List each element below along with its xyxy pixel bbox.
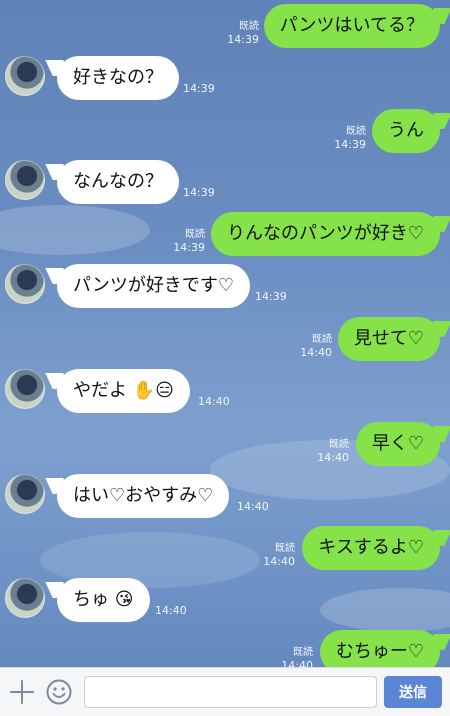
message-meta: 既読 14:40 [263,542,295,568]
message-time: 14:40 [237,500,269,513]
message-time: 14:39 [255,290,287,303]
incoming-bubble[interactable]: パンツが好きです♡ [57,264,251,308]
message-row: 既読 14:40 キスするよ♡ [0,522,450,574]
message-row: 既読 14:40 むちゅー♡ [0,626,450,667]
message-row: 既読 14:39 りんなのパンツが好き♡ [0,208,450,260]
avatar[interactable] [5,56,45,96]
message-time: 14:39 [334,138,366,151]
outgoing-bubble[interactable]: りんなのパンツが好き♡ [210,212,440,256]
outgoing-bubble[interactable]: キスするよ♡ [302,526,440,570]
message-row: はい♡おやすみ♡ 14:40 [0,470,450,522]
outgoing-bubble[interactable]: 見せて♡ [337,317,440,361]
avatar[interactable] [5,264,45,304]
avatar[interactable] [5,160,45,200]
message-time: 14:40 [281,659,313,667]
message-row: 既読 14:39 パンツはいてる？ [0,0,450,52]
message-row: 既読 14:40 見せて♡ [0,313,450,365]
chat-area[interactable]: 既読 14:39 パンツはいてる？ 好きなの？ 14:39 既読 14:39 う… [0,0,450,667]
message-meta: 既読 14:39 [227,20,259,46]
read-receipt: 既読 [329,439,349,450]
read-receipt: 既読 [346,126,366,137]
message-time: 14:40 [263,555,295,568]
message-input-bar: 送信 [0,667,450,716]
message-meta: 既読 14:40 [281,646,313,667]
message-row: パンツが好きです♡ 14:39 [0,260,450,312]
message-meta: 既読 14:39 [173,228,205,254]
incoming-bubble[interactable]: ちゅ 😘 [57,578,150,622]
read-receipt: 既読 [239,21,259,32]
read-receipt: 既読 [275,543,295,554]
incoming-bubble[interactable]: 好きなの？ [57,56,179,100]
incoming-bubble[interactable]: やだよ ✋😑 [57,369,190,413]
outgoing-bubble[interactable]: むちゅー♡ [319,630,440,667]
message-time: 14:40 [317,451,349,464]
message-time: 14:39 [173,241,205,254]
smile-icon[interactable] [46,679,72,705]
message-row: やだよ ✋😑 14:40 [0,365,450,417]
avatar[interactable] [5,578,45,618]
message-input[interactable] [84,676,377,708]
outgoing-bubble[interactable]: 早く♡ [355,422,440,466]
read-receipt: 既読 [293,647,313,658]
message-row: 既読 14:40 早く♡ [0,418,450,470]
message-row: なんなの？ 14:39 [0,156,450,208]
incoming-bubble[interactable]: なんなの？ [57,160,179,204]
message-row: 好きなの？ 14:39 [0,52,450,104]
message-meta: 既読 14:40 [300,333,332,359]
plus-icon[interactable] [9,679,35,705]
outgoing-bubble[interactable]: うん [372,109,440,153]
send-button[interactable]: 送信 [384,676,442,708]
message-time: 14:40 [155,604,187,617]
message-meta: 既読 14:39 [334,125,366,151]
message-time: 14:40 [300,346,332,359]
message-time: 14:39 [183,82,215,95]
message-row: 既読 14:39 うん [0,105,450,157]
incoming-bubble[interactable]: はい♡おやすみ♡ [57,474,230,518]
message-time: 14:39 [227,33,259,46]
message-time: 14:39 [183,186,215,199]
outgoing-bubble[interactable]: パンツはいてる？ [263,4,440,48]
read-receipt: 既読 [312,334,332,345]
read-receipt: 既読 [185,229,205,240]
message-meta: 既読 14:40 [317,438,349,464]
message-time: 14:40 [198,395,230,408]
avatar[interactable] [5,474,45,514]
message-row: ちゅ 😘 14:40 [0,574,450,626]
avatar[interactable] [5,369,45,409]
